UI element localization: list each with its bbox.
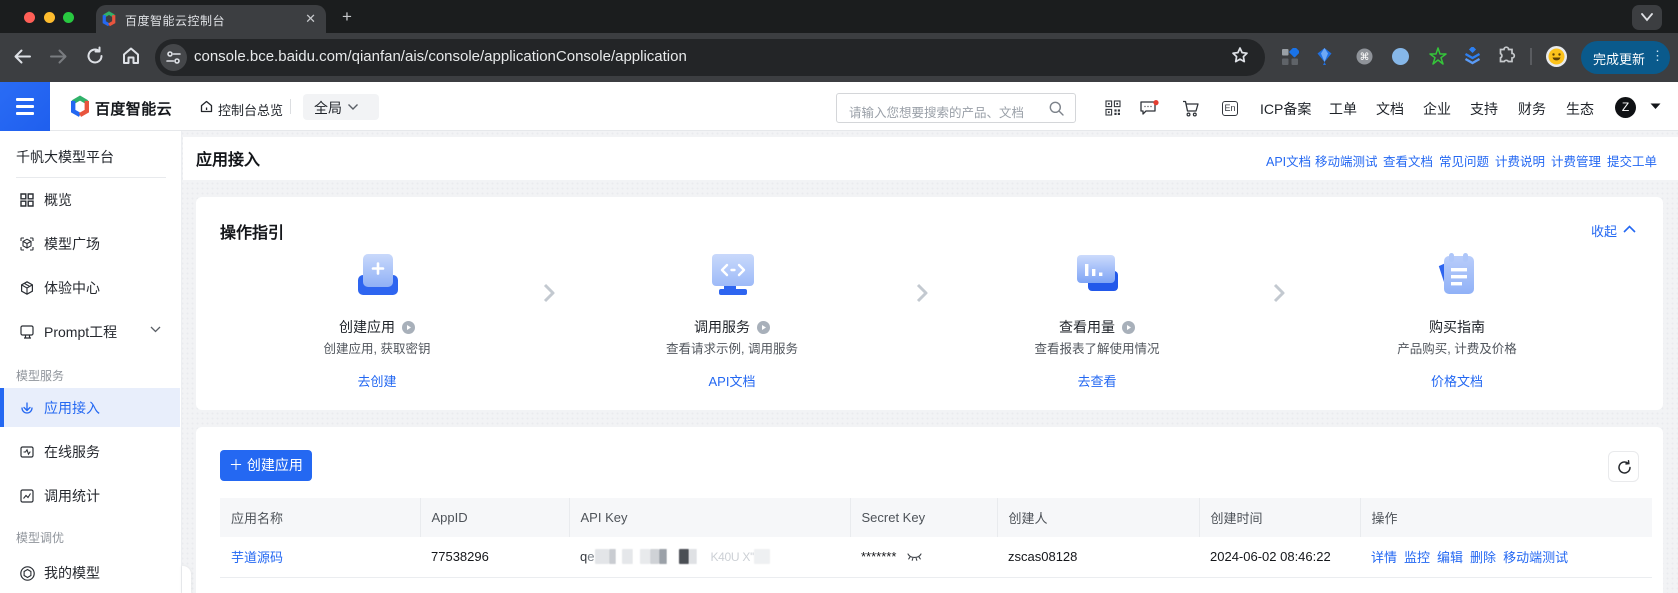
svg-text:⌘: ⌘ xyxy=(1360,52,1370,63)
